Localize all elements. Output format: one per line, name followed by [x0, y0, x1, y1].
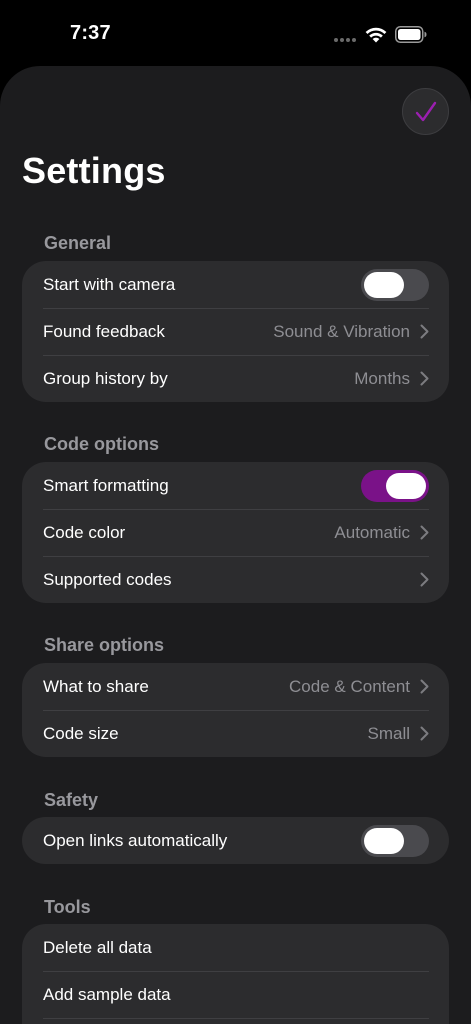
row-label: Found feedback [43, 321, 165, 341]
row-value: Code & Content [289, 676, 410, 696]
row-label: Delete all data [43, 937, 152, 957]
code-color-row[interactable]: Code color Automatic [22, 509, 449, 556]
row-label: Code size [43, 723, 119, 743]
checkmark-icon [415, 101, 436, 121]
row-value: Sound & Vibration [273, 321, 410, 341]
section-header-code-options: Code options [44, 434, 159, 454]
chevron-right-icon [420, 324, 429, 339]
row-label: Add sample data [43, 984, 171, 1004]
toggle-knob [386, 472, 426, 499]
done-button[interactable] [402, 88, 449, 135]
open-links-automatically-toggle[interactable] [361, 824, 429, 857]
start-with-camera-row[interactable]: Start with camera [22, 261, 449, 308]
found-feedback-row[interactable]: Found feedback Sound & Vibration [22, 308, 449, 355]
row-label: Open links automatically [43, 830, 228, 850]
group-history-by-row[interactable]: Group history by Months [22, 355, 449, 402]
section-header-tools: Tools [44, 897, 91, 917]
open-links-automatically-row[interactable]: Open links automatically [22, 817, 449, 864]
row-value: Automatic [334, 522, 410, 542]
tools-row-partial[interactable] [22, 1018, 449, 1024]
screen: 7:37 Settings General Start with camera … [0, 0, 471, 1024]
row-label: Start with camera [43, 274, 176, 294]
group-general: Start with camera Found feedback Sound &… [22, 261, 449, 402]
section-header-safety: Safety [44, 790, 99, 810]
status-bar: 7:37 [0, 0, 471, 66]
group-safety: Open links automatically [22, 817, 449, 864]
chevron-right-icon [420, 572, 429, 587]
page-title: Settings [22, 150, 166, 191]
cellular-signal-icon [334, 38, 356, 42]
group-tools: Delete all data Add sample data [22, 924, 449, 1024]
what-to-share-row[interactable]: What to share Code & Content [22, 663, 449, 710]
smart-formatting-toggle[interactable] [361, 469, 429, 502]
toggle-knob [364, 271, 404, 298]
status-time: 7:37 [70, 22, 111, 44]
row-label: Code color [43, 522, 126, 542]
code-size-row[interactable]: Code size Small [22, 710, 449, 757]
row-value: Months [354, 368, 410, 388]
add-sample-data-row[interactable]: Add sample data [22, 971, 449, 1018]
supported-codes-row[interactable]: Supported codes [22, 556, 449, 603]
start-with-camera-toggle[interactable] [361, 268, 429, 301]
chevron-right-icon [420, 679, 429, 694]
chevron-right-icon [420, 726, 429, 741]
battery-icon [395, 26, 427, 43]
delete-all-data-row[interactable]: Delete all data [22, 924, 449, 971]
section-header-general: General [44, 233, 112, 253]
group-code-options: Smart formatting Code color Automatic Su… [22, 462, 449, 603]
row-label: Smart formatting [43, 475, 169, 495]
chevron-right-icon [420, 525, 429, 540]
smart-formatting-row[interactable]: Smart formatting [22, 462, 449, 509]
section-header-share-options: Share options [44, 635, 165, 655]
group-share-options: What to share Code & Content Code size S… [22, 663, 449, 757]
wifi-icon [365, 27, 387, 43]
toggle-knob [364, 827, 404, 854]
row-value: Small [367, 723, 410, 743]
row-label: What to share [43, 676, 149, 696]
row-label: Group history by [43, 368, 168, 388]
row-label: Supported codes [43, 569, 172, 589]
chevron-right-icon [420, 371, 429, 386]
